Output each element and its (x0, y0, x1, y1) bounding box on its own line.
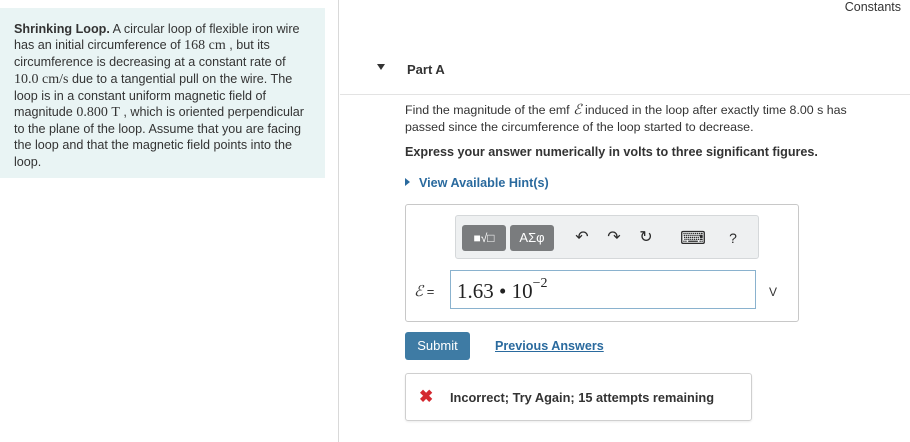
rate-unit: cm/s (42, 71, 69, 87)
answer-instruction: Express your answer numerically in volts… (405, 145, 818, 159)
answer-input[interactable]: 1.63 • 10−2 (450, 270, 756, 309)
math-toolbar: ■√□ ΑΣφ ↶ ↷ ↻ ⌨ ? (455, 215, 759, 259)
reset-icon[interactable]: ↻ (636, 226, 656, 250)
question-text: Find the magnitude of the emf ℰ induced … (405, 102, 885, 135)
rate-value: 10.0 (14, 71, 39, 87)
answer-box: ■√□ ΑΣφ ↶ ↷ ↻ ⌨ ? ℰ = 1.63 • 10−2 V (405, 204, 799, 322)
lhs-emf-symbol: ℰ (414, 284, 424, 300)
collapse-triangle-icon[interactable] (377, 64, 385, 70)
field-value: 0.800 (76, 105, 108, 121)
answer-mantissa: 1.63 • 10 (457, 279, 533, 303)
problem-title: Shrinking Loop. (14, 22, 110, 36)
incorrect-x-icon: ✖ (419, 387, 434, 406)
help-icon[interactable]: ? (724, 226, 742, 250)
question-pre: Find the magnitude of the emf (405, 103, 574, 117)
templates-icon[interactable]: ■√□ (462, 225, 506, 251)
redo-icon[interactable]: ↷ (604, 226, 624, 250)
feedback-message: Incorrect; Try Again; 15 attempts remain… (450, 390, 715, 405)
part-label: Part A (407, 62, 445, 77)
problem-statement: Shrinking Loop. A circular loop of flexi… (0, 8, 325, 178)
answer-lhs: ℰ = (414, 282, 434, 301)
hint-link-label: View Available Hint(s) (419, 176, 549, 190)
answer-exponent: −2 (532, 276, 548, 291)
keyboard-icon[interactable]: ⌨ (680, 226, 706, 250)
column-divider (338, 0, 339, 442)
submit-button[interactable]: Submit (405, 332, 470, 360)
answer-unit: V (769, 285, 778, 299)
symbols-button[interactable]: ΑΣφ (510, 225, 554, 251)
initial-circumference-value: 168 (184, 38, 206, 54)
previous-answers-link[interactable]: Previous Answers (495, 339, 604, 353)
emf-symbol: ℰ (573, 103, 582, 118)
lhs-equals: = (423, 284, 435, 299)
hint-caret-icon (405, 178, 410, 186)
constants-link[interactable]: Constants (845, 0, 901, 14)
undo-icon[interactable]: ↶ (572, 226, 592, 250)
view-hints-link[interactable]: View Available Hint(s) (405, 176, 549, 190)
part-a-header[interactable]: Part A (340, 50, 910, 95)
field-unit: T (111, 105, 120, 121)
circumference-unit: cm (208, 38, 226, 54)
answer-value: 1.63 • 10−2 (457, 276, 548, 304)
feedback-box: ✖ Incorrect; Try Again; 15 attempts rema… (405, 373, 752, 421)
